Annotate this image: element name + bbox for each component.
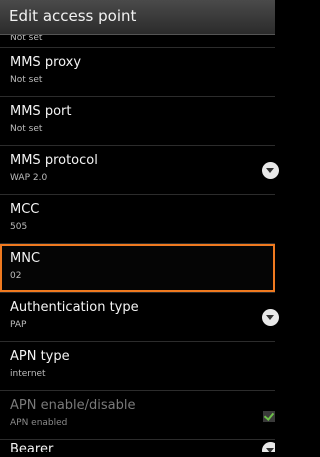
- setting-bearer[interactable]: Bearer: [0, 440, 275, 452]
- setting-apn-enable-disable: APN enable/disable APN enabled: [0, 391, 275, 439]
- setting-summary: 02: [10, 271, 22, 281]
- setting-label: Bearer: [10, 442, 54, 452]
- setting-summary: 505: [10, 222, 28, 232]
- setting-label: MNC: [10, 251, 41, 266]
- dropdown-icon[interactable]: [262, 442, 275, 452]
- list-item-partial-top[interactable]: Not set: [0, 35, 275, 47]
- setting-label: Authentication type: [10, 300, 139, 315]
- setting-summary: Not set: [10, 35, 43, 43]
- setting-summary: APN enabled: [10, 418, 68, 428]
- settings-list: Not set MMS proxy Not set MMS port Not s…: [0, 35, 279, 452]
- setting-mms-protocol[interactable]: MMS protocol WAP 2.0: [0, 146, 279, 194]
- page-title: Edit access point: [9, 7, 137, 25]
- setting-authentication-type[interactable]: Authentication type PAP: [0, 293, 279, 341]
- setting-summary: PAP: [10, 320, 27, 330]
- setting-apn-type[interactable]: APN type internet: [0, 342, 275, 390]
- setting-label: MMS port: [10, 104, 72, 119]
- setting-summary: WAP 2.0: [10, 173, 48, 183]
- setting-label: MMS protocol: [10, 153, 98, 168]
- setting-mnc[interactable]: MNC 02: [0, 244, 275, 292]
- setting-label: MCC: [10, 202, 40, 217]
- setting-mms-port[interactable]: MMS port Not set: [0, 97, 275, 145]
- checkbox-icon: [263, 411, 275, 422]
- dropdown-icon[interactable]: [262, 309, 279, 326]
- setting-summary: internet: [10, 369, 46, 379]
- setting-label: APN enable/disable: [10, 398, 136, 413]
- dropdown-icon[interactable]: [262, 162, 279, 179]
- title-bar: Edit access point: [0, 0, 275, 35]
- setting-label: MMS proxy: [10, 55, 82, 70]
- setting-mms-proxy[interactable]: MMS proxy Not set: [0, 48, 275, 96]
- setting-mcc[interactable]: MCC 505: [0, 195, 275, 243]
- setting-summary: Not set: [10, 75, 43, 85]
- setting-summary: Not set: [10, 124, 43, 134]
- setting-label: APN type: [10, 349, 70, 364]
